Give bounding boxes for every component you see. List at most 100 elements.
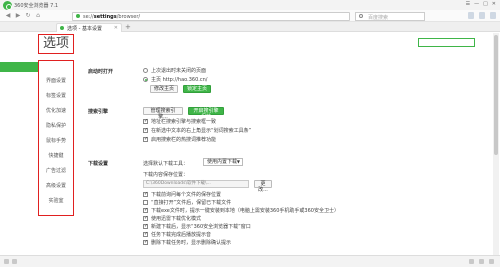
- extension-icon[interactable]: [468, 12, 474, 19]
- forward-icon[interactable]: ▶: [14, 12, 22, 20]
- download-path-label: 下载内容保存位置：: [143, 171, 188, 178]
- download-path-input[interactable]: C:\360Downloads\软件下载\...: [143, 180, 249, 188]
- sidebar-item-optimize[interactable]: 优化加速: [41, 106, 71, 116]
- tab-favicon-icon: [60, 26, 64, 30]
- search-engine-section-label: 搜索引擎: [88, 109, 109, 115]
- tab-settings[interactable]: 选项 - 基本设置 ✕: [56, 23, 122, 32]
- checkbox-exe-install[interactable]: [143, 207, 148, 213]
- status-speed-icon[interactable]: [12, 259, 17, 264]
- search-option-hotwords-label: 启用搜索栏的热搜词推荐功能: [151, 137, 217, 143]
- download-option-confirm-delete[interactable]: 删除下载任务时，显示删除确认提示: [143, 239, 231, 246]
- browser-logo-icon: [3, 1, 12, 10]
- status-zoom-icon[interactable]: [479, 259, 484, 264]
- sidebar-item-privacy[interactable]: 隐私保护: [41, 121, 71, 131]
- title-bar: 360安全浏览器 7.1 ☰ — □ ✕: [0, 0, 500, 10]
- secure-site-icon: [76, 14, 80, 18]
- startup-option-last-session[interactable]: 上次退出时未关闭的页面: [143, 67, 206, 74]
- page-title: 选项: [38, 34, 74, 54]
- sidebar-item-shortcuts[interactable]: 快捷键: [41, 151, 71, 161]
- download-tool-value: 使用内置下载: [207, 159, 238, 165]
- checkbox-confirm-delete[interactable]: [143, 239, 148, 245]
- search-placeholder: 百度搜索: [368, 14, 389, 21]
- checkbox-xunlei[interactable]: [143, 215, 148, 221]
- sidebar-item-advanced[interactable]: 高级设置: [41, 181, 71, 191]
- sidebar-item-basic[interactable]: 基本设置: [41, 63, 71, 73]
- window-controls: ☰ — □ ✕: [466, 1, 496, 7]
- download-tool-label-text: 选择默认下载工具：: [143, 161, 189, 167]
- address-bar[interactable]: se://settings/browser/: [72, 11, 350, 21]
- tab-strip: 选项 - 基本设置 ✕ +: [0, 22, 500, 32]
- download-option-ask-location-label: 下载前询问每个文件的保存位置: [151, 192, 222, 198]
- search-input[interactable]: 百度搜索: [355, 11, 425, 21]
- checkbox-keep-file[interactable]: [143, 200, 148, 205]
- navigation-bar: ◀ ▶ ↻ ⌂ se://settings/browser/ 百度搜索: [0, 10, 500, 22]
- new-tab-icon[interactable]: +: [125, 23, 131, 31]
- checkbox-ask-location[interactable]: [143, 191, 148, 197]
- status-right-icons: [469, 259, 494, 264]
- enable-search-protection-button[interactable]: 开启搜引擎保护: [188, 107, 224, 120]
- settings-search-input[interactable]: [418, 38, 475, 47]
- back-icon[interactable]: ◀: [4, 12, 12, 20]
- status-download-icon[interactable]: [469, 259, 474, 264]
- download-icon[interactable]: [479, 12, 485, 19]
- toolbar-icons: [468, 12, 496, 19]
- startup-option-last-session-label: 上次退出时未关闭的页面: [151, 68, 207, 74]
- address-url: se://settings/browser/: [83, 13, 141, 20]
- download-option-show-window[interactable]: 新建下载后，显示“360安全浏览器下载”窗口: [143, 223, 251, 230]
- status-left-icons: [4, 259, 17, 264]
- manage-search-engines-button[interactable]: 管理搜索引擎...: [143, 107, 183, 120]
- startup-section-label: 启动时打开: [88, 69, 114, 75]
- search-option-toolbar-label: 在新选中文本的右上角显示“划词搜索工具条”: [151, 128, 252, 134]
- download-option-xunlei[interactable]: 使用迅雷下载优化模式: [143, 215, 201, 222]
- download-option-sound[interactable]: 任务下载完成后播放提示音: [143, 231, 211, 238]
- download-option-keep-file[interactable]: “直接打开”文件后，保留已下载文件: [143, 199, 231, 206]
- radio-last-session[interactable]: [143, 68, 148, 73]
- menu-icon[interactable]: ☰: [466, 1, 470, 7]
- home-icon[interactable]: ⌂: [34, 12, 42, 20]
- status-shield-icon[interactable]: [4, 259, 9, 264]
- download-tool-select[interactable]: 使用内置下载 ▼: [203, 158, 243, 166]
- sidebar-item-tabs[interactable]: 标签设置: [41, 91, 71, 101]
- sidebar-item-lab[interactable]: 实验室: [41, 196, 71, 206]
- checkbox-search-sync[interactable]: [143, 118, 148, 124]
- account-icon[interactable]: [490, 12, 496, 19]
- change-download-path-button[interactable]: 更改...: [254, 180, 272, 193]
- download-option-show-window-label: 新建下载后，显示“360安全浏览器下载”窗口: [151, 224, 251, 230]
- minimize-icon[interactable]: —: [474, 1, 479, 7]
- tab-close-icon[interactable]: ✕: [114, 25, 118, 31]
- page-scrollbar[interactable]: [493, 33, 499, 255]
- startup-option-homepage-label: 主页 http://hao.360.cn/: [151, 77, 208, 83]
- settings-sidebar: 基本设置 界面设置 标签设置 优化加速 隐私保护 鼠标手势 快捷键 广告过滤 高…: [38, 60, 74, 216]
- checkbox-search-hotwords[interactable]: [143, 136, 148, 142]
- download-option-exe-install[interactable]: 下载exe文件时，提示一键安装到本地（电脑上需安装360手机助手或360安全卫士…: [143, 207, 339, 214]
- status-sound-icon[interactable]: [489, 259, 494, 264]
- chevron-down-icon: ▼: [236, 159, 240, 164]
- change-homepage-button[interactable]: 修改主页: [150, 85, 178, 93]
- checkbox-search-toolbar[interactable]: [143, 127, 148, 133]
- search-option-sync[interactable]: 地址栏搜索引擎与搜索框一致: [143, 118, 216, 125]
- download-option-keep-file-label: “直接打开”文件后，保留已下载文件: [151, 200, 232, 206]
- sidebar-item-adblock[interactable]: 广告过滤: [41, 166, 71, 176]
- sidebar-item-interface[interactable]: 界面设置: [41, 76, 71, 86]
- close-icon[interactable]: ✕: [492, 1, 496, 7]
- download-tool-label: 选择默认下载工具：: [143, 160, 188, 167]
- download-option-exe-install-label: 下载exe文件时，提示一键安装到本地（电脑上需安装360手机助手或360安全卫士…: [151, 208, 339, 214]
- checkbox-sound[interactable]: [143, 231, 148, 237]
- search-option-sync-label: 地址栏搜索引擎与搜索框一致: [151, 119, 217, 125]
- download-option-sound-label: 任务下载完成后播放提示音: [151, 232, 212, 238]
- sidebar-item-gestures[interactable]: 鼠标手势: [41, 136, 71, 146]
- window-title: 360安全浏览器 7.1: [14, 3, 59, 9]
- download-section-label: 下载设置: [88, 161, 109, 167]
- download-option-ask-location[interactable]: 下载前询问每个文件的保存位置: [143, 191, 221, 198]
- radio-homepage[interactable]: [143, 77, 148, 82]
- search-option-toolbar[interactable]: 在新选中文本的右上角显示“划词搜索工具条”: [143, 127, 251, 134]
- search-option-hotwords[interactable]: 启用搜索栏的热搜词推荐功能: [143, 136, 216, 143]
- lock-homepage-button[interactable]: 锁定主页: [183, 85, 211, 93]
- startup-option-homepage[interactable]: 主页 http://hao.360.cn/: [143, 76, 207, 83]
- checkbox-show-window[interactable]: [143, 223, 148, 229]
- scrollbar-thumb[interactable]: [494, 35, 498, 155]
- download-option-confirm-delete-label: 删除下载任务时，显示删除确认提示: [151, 240, 232, 246]
- refresh-icon[interactable]: ↻: [24, 12, 32, 20]
- maximize-icon[interactable]: □: [483, 1, 488, 7]
- tab-label: 选项 - 基本设置: [67, 26, 102, 32]
